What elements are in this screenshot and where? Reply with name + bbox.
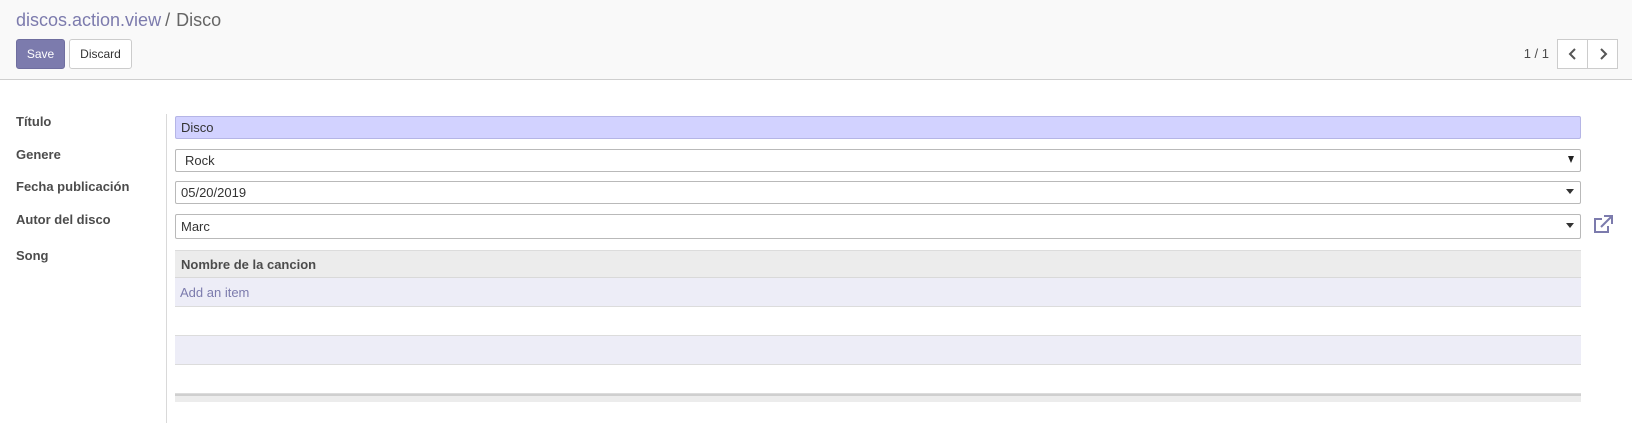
genere-label: Genere: [16, 147, 61, 162]
table-row: [175, 365, 1581, 394]
genere-select[interactable]: Rock: [175, 149, 1581, 172]
caret-down-icon: [1566, 189, 1574, 194]
caret-down-icon: [1566, 223, 1574, 228]
titulo-value: Disco: [181, 120, 214, 135]
breadcrumb-separator: /: [165, 10, 171, 30]
table-row: [175, 307, 1581, 336]
song-label: Song: [16, 248, 49, 263]
pager-next-button[interactable]: [1587, 39, 1618, 69]
label-divider: [166, 114, 167, 423]
discard-button[interactable]: Discard: [69, 39, 132, 69]
breadcrumb: discos.action.view / Disco: [16, 10, 221, 31]
autor-input[interactable]: Marc: [175, 214, 1581, 239]
table-footer: [175, 394, 1581, 402]
titulo-input[interactable]: Disco: [175, 116, 1581, 139]
chevron-left-icon: [1568, 48, 1576, 60]
autor-value: Marc: [181, 219, 210, 234]
control-panel: discos.action.view / Disco Save Discard 1 …: [0, 0, 1632, 80]
save-button[interactable]: Save: [16, 39, 65, 69]
breadcrumb-current: Disco: [176, 10, 222, 30]
pager-value[interactable]: 1 / 1: [1524, 46, 1549, 61]
fecha-input[interactable]: 05/20/2019: [175, 181, 1581, 204]
external-link-icon[interactable]: [1592, 214, 1614, 236]
breadcrumb-parent-link[interactable]: discos.action.view: [16, 10, 161, 30]
pager-buttons: [1557, 39, 1618, 69]
titulo-label: Título: [16, 114, 52, 129]
pager-previous-button[interactable]: [1557, 39, 1588, 69]
genere-value: Rock: [185, 153, 215, 168]
chevron-right-icon: [1599, 48, 1607, 60]
fecha-value: 05/20/2019: [181, 185, 247, 200]
add-item-link[interactable]: Add an item: [175, 278, 1581, 307]
song-table: Nombre de la cancion Add an item: [175, 250, 1581, 402]
form-sheet: Título Disco Genere Rock Fecha publicaci…: [0, 80, 1632, 423]
caret-down-icon: [1568, 156, 1574, 163]
table-row: [175, 336, 1581, 365]
fecha-label: Fecha publicación: [16, 179, 130, 194]
autor-label: Autor del disco: [16, 212, 111, 227]
song-column-header[interactable]: Nombre de la cancion: [175, 250, 1581, 278]
